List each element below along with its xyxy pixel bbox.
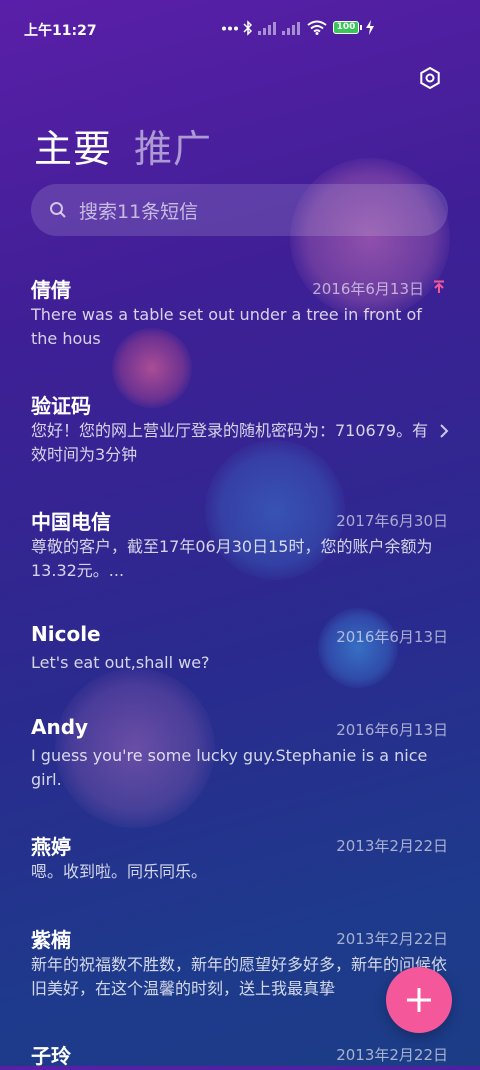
contact-name: 燕婷	[31, 835, 71, 859]
signal-icon	[258, 22, 276, 35]
status-bar: 上午11:27 100	[0, 0, 480, 58]
message-preview: I guess you're some lucky guy.Stephanie …	[31, 746, 428, 789]
list-item[interactable]: 中国电信 2017年6月30日 尊敬的客户，截至17年06月30日15时，您的账…	[0, 496, 480, 606]
list-item[interactable]: 验证码 您好！您的网上营业厅登录的随机密码为：710679。有效时间为3分钟	[0, 380, 480, 490]
tab-promotions[interactable]: 推广	[134, 118, 212, 173]
settings-icon[interactable]	[418, 66, 442, 90]
search-bar[interactable]: 搜索11条短信	[31, 184, 448, 236]
message-date: 2013年2月22日	[336, 930, 448, 948]
tab-bar: 主要 推广	[34, 118, 212, 173]
contact-name: Andy	[31, 715, 89, 739]
pin-top-icon	[434, 280, 444, 293]
signal-icon	[282, 22, 300, 35]
list-item[interactable]: Andy 2016年6月13日 I guess you're some luck…	[0, 705, 480, 815]
message-date: 2016年6月13日	[312, 280, 424, 298]
list-item[interactable]: 子玲 2013年2月22日	[0, 1030, 480, 1070]
charging-icon	[366, 20, 374, 35]
search-input[interactable]: 搜索11条短信	[79, 197, 198, 224]
list-item[interactable]: Nicole 2016年6月13日 Let's eat out,shall we…	[0, 612, 480, 697]
more-dots-icon	[222, 26, 238, 31]
message-preview: Let's eat out,shall we?	[31, 653, 210, 672]
list-item[interactable]: 燕婷 2013年2月22日 嗯。收到啦。同乐同乐。	[0, 821, 480, 906]
message-date: 2013年2月22日	[336, 837, 448, 855]
message-date: 2016年6月13日	[336, 721, 448, 739]
status-time: 上午11:27	[24, 23, 97, 39]
contact-name: 子玲	[31, 1044, 71, 1068]
message-preview: There was a table set out under a tree i…	[31, 305, 422, 348]
message-preview: 嗯。收到啦。同乐同乐。	[31, 862, 208, 881]
message-date: 2017年6月30日	[336, 512, 448, 530]
contact-name: 验证码	[31, 394, 91, 418]
battery-icon: 100	[333, 21, 359, 34]
contact-name: 紫楠	[31, 928, 71, 952]
message-date: 2016年6月13日	[336, 628, 448, 646]
bluetooth-icon	[243, 20, 253, 36]
contact-name: 倩倩	[31, 278, 71, 302]
search-icon	[50, 202, 66, 218]
plus-icon	[407, 988, 431, 1012]
contact-name: Nicole	[31, 622, 101, 646]
tab-primary[interactable]: 主要	[34, 118, 112, 173]
battery-tip	[360, 25, 362, 30]
message-date: 2013年2月22日	[336, 1046, 448, 1064]
list-item[interactable]: 倩倩 2016年6月13日 There was a table set out …	[0, 264, 480, 374]
message-preview: 尊敬的客户，截至17年06月30日15时，您的账户余额为13.32元。...	[31, 537, 433, 580]
chevron-right-icon	[440, 424, 449, 438]
message-preview: 您好！您的网上营业厅登录的随机密码为：710679。有效时间为3分钟	[31, 421, 429, 464]
contact-name: 中国电信	[31, 510, 111, 534]
wifi-icon	[307, 20, 327, 35]
new-message-button[interactable]	[386, 967, 452, 1033]
